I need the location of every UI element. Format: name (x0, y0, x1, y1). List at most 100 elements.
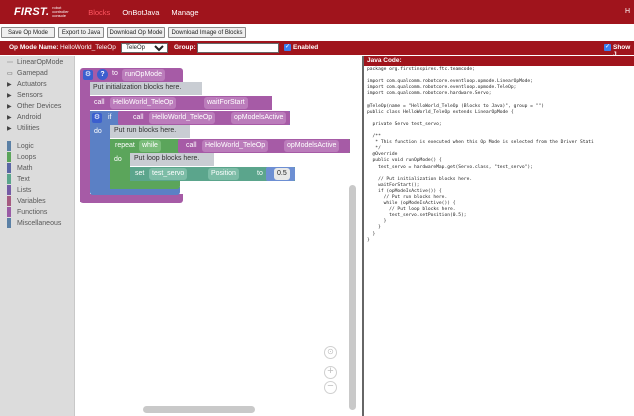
tab-onbotjava[interactable]: OnBotJava (122, 8, 159, 17)
nav-right-link[interactable]: H (625, 8, 630, 15)
sidebar-item-math[interactable]: Math (7, 163, 33, 173)
loop-comment-text: Put loop blocks here. (134, 155, 200, 162)
if-gear-icon[interactable]: ⚙ (92, 113, 102, 123)
sidebar-item-label: Gamepad (17, 70, 48, 77)
zoom-out-icon[interactable]: − (324, 381, 337, 394)
loop-comment-block[interactable]: Put loop blocks here. (130, 153, 214, 166)
sidebar-item-variables[interactable]: Variables (7, 196, 46, 206)
set-label: set (135, 170, 145, 177)
while-dropdown[interactable]: while (139, 140, 161, 152)
sidebar-item-label: Variables (17, 197, 46, 205)
sidebar-item-label: LinearOpMode (17, 59, 64, 66)
sidebar-item-lists[interactable]: Lists (7, 185, 31, 195)
to-label: to (112, 70, 118, 77)
if-block[interactable]: ⚙ if call HelloWorld_TeleOp opModelsActi… (90, 111, 290, 125)
group-input[interactable] (197, 43, 279, 53)
sidebar-item-linearopmode[interactable]: ⋯ LinearOpMode (7, 59, 63, 66)
sidebar-item-label: Functions (17, 208, 48, 216)
sidebar-item-logic[interactable]: Logic (7, 141, 34, 151)
download-image-button[interactable]: Download Image of Blocks (168, 27, 246, 38)
sidebar-item-label: Other Devices (17, 103, 62, 110)
blocks-workspace[interactable]: ⚙ ? to runOpMode Put initialization bloc… (76, 56, 359, 416)
java-code-text: package org.firstinspires.ftc.teamcode; … (367, 67, 594, 243)
export-to-java-button[interactable]: Export to Java (58, 27, 104, 38)
call-wait-block[interactable]: call HelloWorld_TeleOp waitForStart (90, 96, 272, 110)
logo-main-text: FIRST. (14, 6, 50, 18)
function-name-field[interactable]: runOpMode (122, 69, 165, 81)
position-dropdown[interactable]: Position (208, 168, 239, 180)
show-java-checkbox[interactable]: ✓ (604, 44, 611, 51)
sidebar-item-label: Sensors (17, 92, 43, 99)
java-code-pane: Java Code: package org.firstinspires.ftc… (362, 56, 634, 416)
workspace-horizontal-scrollbar[interactable] (143, 406, 255, 413)
repeat-block-footer (110, 181, 180, 189)
sidebar-item-android[interactable]: ▶ Android (7, 114, 41, 121)
sidebar-item-text[interactable]: Text (7, 174, 30, 184)
value-field[interactable]: 0.5 (274, 168, 290, 180)
sidebar-item-utilities[interactable]: ▶ Utilities (7, 125, 40, 132)
opmode-active-field[interactable]: opModelsActive (231, 112, 287, 124)
init-comment-text: Put initialization blocks here. (93, 84, 182, 91)
sidebar-item-label: Logic (17, 142, 34, 150)
repeat-while-block[interactable]: repeat while call HelloWorld_TeleOp opMo… (110, 139, 350, 153)
help-icon[interactable]: ? (97, 69, 108, 80)
class2-name-field[interactable]: HelloWorld_TeleOp (149, 112, 216, 124)
call-label: call (94, 99, 105, 106)
save-op-mode-button[interactable]: Save Op Mode (1, 27, 55, 38)
blocks-editor-app: FIRST. robot controller console Blocks O… (0, 0, 634, 416)
class-name-field[interactable]: HelloWorld_TeleOp (110, 97, 177, 109)
download-op-mode-button[interactable]: Download Op Mode (107, 27, 165, 38)
run-comment-text: Put run blocks here. (114, 127, 177, 134)
procedure-block-footer (80, 194, 183, 203)
set-servo-block[interactable]: set test_servo Position to 0.5 (130, 167, 295, 181)
variables-color-swatch (7, 196, 11, 206)
tab-blocks[interactable]: Blocks (88, 8, 110, 17)
expand-arrow-icon: ▶ (7, 115, 12, 121)
op-mode-type-select[interactable]: TeleOp (121, 43, 168, 53)
opmode-active-field-2[interactable]: opModelsActive (284, 140, 340, 152)
sidebar-item-sensors[interactable]: ▶ Sensors (7, 92, 43, 99)
logo-sub-text: robot controller console (52, 5, 69, 18)
enabled-label: Enabled (293, 44, 319, 51)
expand-arrow-icon: ▶ (7, 82, 12, 88)
enabled-checkbox[interactable]: ✓ (284, 44, 291, 51)
op-mode-bar: Op Mode Name: HelloWorld_TeleOp TeleOp G… (0, 41, 634, 58)
procedure-block-spine (80, 82, 90, 202)
call2-label: call (133, 114, 144, 121)
do2-label: do (114, 156, 122, 163)
lists-color-swatch (7, 185, 11, 195)
logic-color-swatch (7, 141, 11, 151)
sidebar-item-actuators[interactable]: ▶ Actuators (7, 81, 47, 88)
do-label: do (94, 128, 102, 135)
wait-for-start-field[interactable]: waitForStart (204, 97, 248, 109)
expand-arrow-icon: ▶ (7, 126, 12, 132)
toolbox-sidebar: ⋯ LinearOpMode ▭ Gamepad ▶ Actuators ▶ S… (0, 56, 75, 416)
sidebar-item-label: Android (17, 114, 42, 121)
gear-icon[interactable]: ⚙ (83, 70, 93, 80)
math-color-swatch (7, 163, 11, 173)
expand-arrow-icon: ▶ (7, 104, 12, 110)
dots-icon: ⋯ (7, 60, 13, 66)
to2-label: to (257, 170, 263, 177)
sidebar-item-label: Utilities (17, 125, 40, 132)
class3-name-field[interactable]: HelloWorld_TeleOp (202, 140, 269, 152)
sidebar-item-functions[interactable]: Functions (7, 207, 47, 217)
first-logo: FIRST. robot controller console (14, 5, 74, 19)
expand-arrow-icon: ▶ (7, 93, 12, 99)
sidebar-item-gamepad[interactable]: ▭ Gamepad (7, 70, 48, 77)
repeat-label: repeat (115, 142, 135, 149)
loops-color-swatch (7, 152, 11, 162)
op-mode-name-label: Op Mode Name: (9, 44, 59, 51)
sidebar-item-loops[interactable]: Loops (7, 152, 36, 162)
if-do-spine: do (90, 125, 110, 189)
run-comment-block[interactable]: Put run blocks here. (110, 125, 190, 138)
init-comment-block[interactable]: Put initialization blocks here. (90, 82, 202, 95)
workspace-vertical-scrollbar[interactable] (349, 185, 356, 410)
recenter-icon[interactable]: ⊙ (324, 346, 337, 359)
sidebar-item-miscellaneous[interactable]: Miscellaneous (7, 218, 61, 228)
zoom-in-icon[interactable]: + (324, 366, 337, 379)
tab-manage[interactable]: Manage (171, 8, 198, 17)
sidebar-item-other-devices[interactable]: ▶ Other Devices (7, 103, 61, 110)
servo-dropdown[interactable]: test_servo (149, 168, 188, 180)
toolbar: Save Op Mode Export to Java Download Op … (0, 24, 634, 40)
